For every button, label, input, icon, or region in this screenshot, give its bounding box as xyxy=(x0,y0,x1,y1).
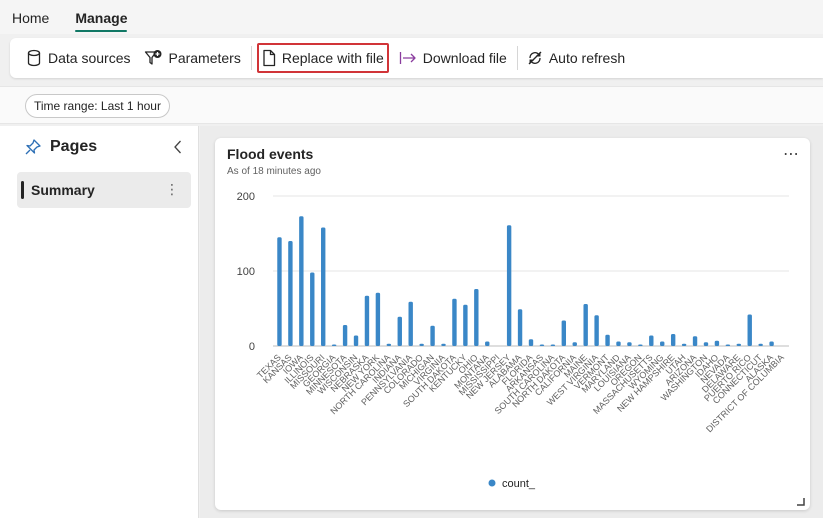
y-tick-label: 200 xyxy=(237,191,255,203)
data-sources-button[interactable]: Data sources xyxy=(22,43,134,73)
bar[interactable] xyxy=(714,340,720,346)
bar[interactable] xyxy=(670,334,676,346)
bar[interactable] xyxy=(769,341,774,347)
bar[interactable] xyxy=(321,227,326,347)
page-item-summary[interactable]: Summary ⋮ xyxy=(17,172,191,208)
replace-with-file-button[interactable]: Replace with file xyxy=(256,43,389,73)
bar[interactable] xyxy=(474,289,479,346)
bar[interactable] xyxy=(386,343,392,346)
bar[interactable] xyxy=(288,241,293,346)
bar[interactable] xyxy=(331,344,337,347)
tile-flood-events[interactable]: Flood events As of 18 minutes ago ⋯ 0 100… xyxy=(215,138,810,510)
bar[interactable] xyxy=(605,334,610,346)
bar[interactable] xyxy=(561,320,567,347)
bar[interactable] xyxy=(485,341,490,347)
pages-panel: Pages Summary ⋮ xyxy=(0,126,199,518)
bar[interactable] xyxy=(681,343,687,346)
toolbar-divider xyxy=(516,46,518,70)
more-vertical-icon[interactable]: ⋮ xyxy=(165,180,179,200)
bar[interactable] xyxy=(572,342,577,346)
replace-with-file-label: Replace with file xyxy=(281,50,384,66)
bar[interactable] xyxy=(539,344,545,347)
bar[interactable] xyxy=(452,298,457,346)
bar[interactable] xyxy=(517,309,523,346)
bar[interactable] xyxy=(342,325,348,346)
auto-refresh-icon xyxy=(528,51,542,65)
tab-home[interactable]: Home xyxy=(12,0,49,34)
bar[interactable] xyxy=(528,339,534,346)
bar[interactable] xyxy=(616,341,621,347)
bar[interactable] xyxy=(375,292,381,346)
pages-title: Pages xyxy=(50,138,98,155)
bar[interactable] xyxy=(758,343,763,346)
legend-marker xyxy=(488,479,496,487)
auto-refresh-label: Auto refresh xyxy=(548,50,626,66)
parameters-label: Parameters xyxy=(168,50,241,66)
bar[interactable] xyxy=(277,237,282,346)
parameters-button[interactable]: Parameters xyxy=(140,43,244,73)
filter-add-icon xyxy=(145,50,162,65)
y-tick-label: 0 xyxy=(249,341,255,353)
bar[interactable] xyxy=(299,216,304,346)
toolbar-divider xyxy=(250,46,252,70)
bar[interactable] xyxy=(408,301,413,346)
top-nav: Home Manage xyxy=(0,0,823,34)
bar[interactable] xyxy=(310,272,315,347)
bar[interactable] xyxy=(692,336,698,346)
bar[interactable] xyxy=(430,325,435,346)
bar[interactable] xyxy=(364,295,370,346)
tab-manage[interactable]: Manage xyxy=(75,0,128,34)
bar[interactable] xyxy=(627,342,632,346)
bar[interactable] xyxy=(703,342,709,346)
bar[interactable] xyxy=(463,304,468,346)
pin-icon xyxy=(25,139,41,155)
pages-header: Pages xyxy=(24,138,97,156)
bar[interactable] xyxy=(649,335,654,347)
legend-label[interactable]: count_ xyxy=(502,478,536,490)
bar[interactable] xyxy=(747,314,752,347)
y-tick-label: 100 xyxy=(237,266,255,278)
database-icon xyxy=(27,49,41,67)
bar[interactable] xyxy=(419,343,424,346)
bar[interactable] xyxy=(660,341,665,347)
bar[interactable] xyxy=(736,343,741,346)
filter-bar: Time range: Last 1 hour xyxy=(0,86,823,124)
bar[interactable] xyxy=(550,344,556,347)
data-sources-label: Data sources xyxy=(48,50,131,66)
bar[interactable] xyxy=(353,335,359,347)
bar[interactable] xyxy=(725,344,731,347)
resize-handle-icon[interactable] xyxy=(795,496,805,506)
auto-refresh-button[interactable]: Auto refresh xyxy=(523,43,629,73)
bar[interactable] xyxy=(506,225,512,346)
selected-indicator xyxy=(21,181,24,199)
page-item-label: Summary xyxy=(31,182,95,198)
bar[interactable] xyxy=(441,343,446,346)
bar[interactable] xyxy=(397,316,402,346)
document-icon xyxy=(263,49,275,67)
toolbar: Data sources Parameters Replace with fil… xyxy=(10,38,823,78)
bar-chart: 0100200TEXASKANSASIOWAILLINOISMISSOURIGE… xyxy=(237,191,789,490)
download-file-label: Download file xyxy=(422,50,507,66)
chevron-left-icon[interactable] xyxy=(170,138,186,156)
dashboard-canvas: Flood events As of 18 minutes ago ⋯ 0 100… xyxy=(200,126,823,518)
time-range-pill[interactable]: Time range: Last 1 hour xyxy=(25,94,170,118)
download-file-button[interactable]: Download file xyxy=(395,43,511,73)
export-arrow-icon xyxy=(399,52,416,64)
bar[interactable] xyxy=(594,315,599,346)
bar[interactable] xyxy=(638,344,643,347)
bar[interactable] xyxy=(583,304,588,346)
